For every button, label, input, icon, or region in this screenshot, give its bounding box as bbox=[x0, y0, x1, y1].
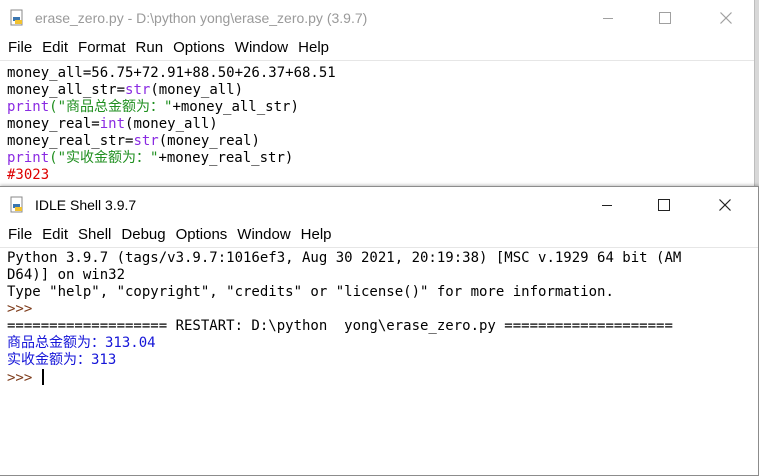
banner-line: D64)] on win32 bbox=[7, 267, 126, 283]
restart-line: =================== RESTART: D:\python y… bbox=[7, 318, 673, 334]
prompt-line: >>> bbox=[7, 301, 758, 318]
code-line: money_all=56.75+72.91+88.50+26.37+68.51 bbox=[7, 65, 336, 81]
menu-help[interactable]: Help bbox=[293, 37, 334, 59]
output-line: 商品总金额为：313.04 bbox=[7, 335, 156, 351]
menu-window[interactable]: Window bbox=[230, 37, 293, 59]
minimize-icon bbox=[602, 205, 612, 206]
editor-menu-bar: File Edit Format Run Options Window Help bbox=[0, 36, 754, 61]
shell-output-area[interactable]: Python 3.9.7 (tags/v3.9.7:1016ef3, Aug 3… bbox=[0, 248, 758, 387]
maximize-button[interactable] bbox=[641, 187, 687, 223]
maximize-icon bbox=[658, 199, 670, 211]
code-line: money_real_str=str(money_real) bbox=[7, 133, 260, 149]
code-editor-area[interactable]: money_all=56.75+72.91+88.50+26.37+68.51 m… bbox=[0, 61, 754, 184]
code-line: print("商品总金额为："+money_all_str) bbox=[7, 99, 299, 115]
close-button[interactable] bbox=[703, 0, 749, 36]
code-line: money_all_str=str(money_all) bbox=[7, 82, 244, 98]
maximize-button[interactable] bbox=[642, 0, 688, 36]
shell-window: IDLE Shell 3.9.7 File Edit Shell Debug O… bbox=[0, 186, 759, 476]
output-line: 实收金额为：313 bbox=[7, 352, 117, 368]
python-file-icon bbox=[10, 196, 23, 213]
menu-format[interactable]: Format bbox=[73, 37, 131, 59]
menu-window[interactable]: Window bbox=[232, 224, 295, 246]
menu-edit[interactable]: Edit bbox=[37, 224, 73, 246]
shell-menu-bar: File Edit Shell Debug Options Window Hel… bbox=[0, 223, 758, 248]
banner-line: Type "help", "copyright", "credits" or "… bbox=[7, 284, 614, 300]
python-file-icon bbox=[10, 9, 23, 26]
menu-options[interactable]: Options bbox=[171, 224, 233, 246]
menu-help[interactable]: Help bbox=[296, 224, 337, 246]
minimize-button[interactable] bbox=[585, 0, 631, 36]
banner-line: Python 3.9.7 (tags/v3.9.7:1016ef3, Aug 3… bbox=[7, 250, 682, 266]
menu-options[interactable]: Options bbox=[168, 37, 230, 59]
close-button[interactable] bbox=[702, 187, 748, 223]
prompt: >>> bbox=[7, 301, 41, 317]
minimize-button[interactable] bbox=[584, 187, 630, 223]
code-line: print("实收金额为："+money_real_str) bbox=[7, 150, 294, 166]
maximize-icon bbox=[659, 12, 671, 24]
shell-title: IDLE Shell 3.9.7 bbox=[35, 197, 137, 213]
menu-debug[interactable]: Debug bbox=[116, 224, 170, 246]
menu-shell[interactable]: Shell bbox=[73, 224, 116, 246]
shell-title-bar[interactable]: IDLE Shell 3.9.7 bbox=[0, 187, 758, 223]
editor-title: erase_zero.py - D:\python yong\erase_zer… bbox=[35, 10, 368, 26]
input-line[interactable]: >>> bbox=[7, 369, 758, 387]
menu-edit[interactable]: Edit bbox=[37, 37, 73, 59]
text-cursor bbox=[41, 369, 44, 385]
menu-file[interactable]: File bbox=[3, 37, 37, 59]
editor-title-bar[interactable]: erase_zero.py - D:\python yong\erase_zer… bbox=[0, 0, 754, 36]
editor-window: erase_zero.py - D:\python yong\erase_zer… bbox=[0, 0, 755, 192]
code-line: money_real=int(money_all) bbox=[7, 116, 218, 132]
code-line: #3023 bbox=[7, 167, 50, 183]
menu-file[interactable]: File bbox=[3, 224, 37, 246]
minimize-icon bbox=[603, 18, 613, 19]
prompt: >>> bbox=[7, 370, 41, 386]
close-icon bbox=[720, 12, 732, 24]
menu-run[interactable]: Run bbox=[131, 37, 169, 59]
close-icon bbox=[719, 199, 731, 211]
